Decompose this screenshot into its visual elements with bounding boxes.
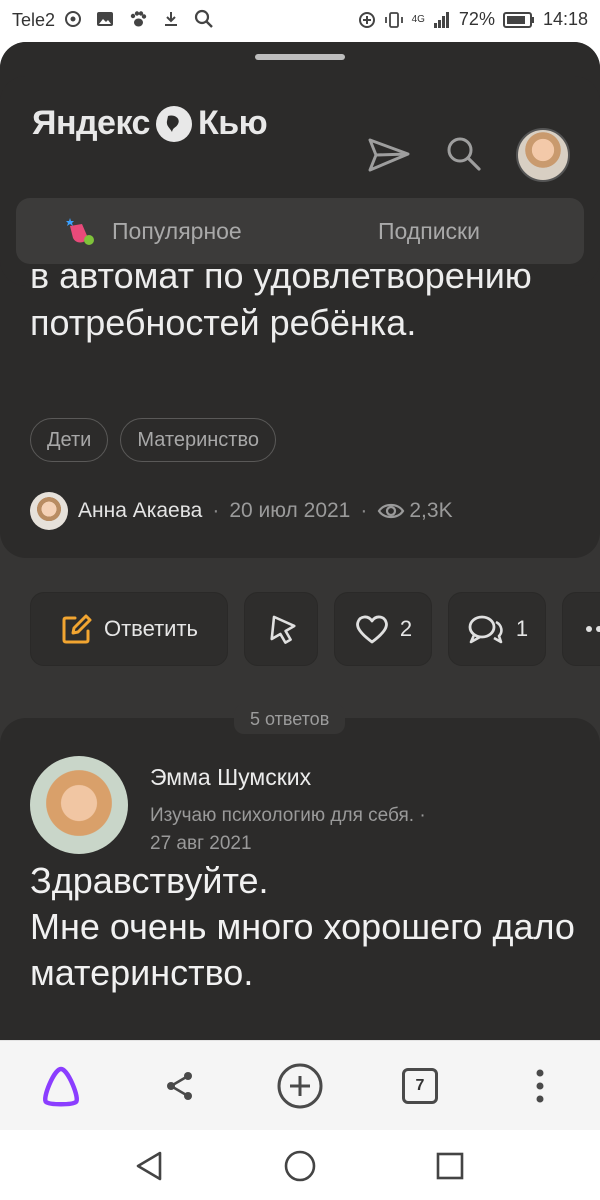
comments-count: 1 bbox=[515, 616, 529, 641]
author-bio-text: Изучаю психологию для себя. · bbox=[150, 805, 426, 826]
network-type: 4G bbox=[411, 13, 425, 25]
popular-icon bbox=[64, 214, 98, 248]
comments-button[interactable]: 1 bbox=[448, 592, 546, 666]
reply-label: Ответить bbox=[103, 616, 199, 641]
tag-chip[interactable]: Материнство bbox=[120, 418, 276, 462]
answer-line: Мне очень много хорошего дало материнств… bbox=[30, 906, 575, 993]
battery-percent: 72% bbox=[458, 9, 495, 29]
author-avatar[interactable] bbox=[30, 492, 68, 530]
likes-count: 2 bbox=[399, 616, 413, 641]
answer-author-bio: Изучаю психологию для себя. · 27 авг 202… bbox=[150, 802, 550, 858]
views-count: 2,3K bbox=[377, 499, 453, 523]
question-meta: Анна Акаева · 20 июл 2021 · 2,3K bbox=[30, 492, 453, 530]
alice-assistant-icon[interactable] bbox=[36, 1061, 86, 1111]
logo-text-left: Яндекс bbox=[32, 104, 150, 142]
user-avatar[interactable] bbox=[516, 128, 570, 182]
answer-line: Здравствуйте. bbox=[30, 860, 269, 901]
tab-label: Подписки bbox=[378, 217, 480, 244]
repost-icon bbox=[264, 611, 298, 647]
status-bar: Tele2 4G 72% 14:18 bbox=[0, 0, 600, 42]
answer-card: Эмма Шумских Изучаю психологию для себя.… bbox=[0, 718, 600, 1040]
logo-mark-icon bbox=[155, 105, 192, 142]
paw-icon bbox=[128, 10, 148, 28]
logo-text-right: Кью bbox=[197, 104, 268, 142]
answer-date: 27 авг 2021 bbox=[150, 833, 252, 854]
comments-icon bbox=[466, 612, 506, 646]
like-button[interactable]: 2 bbox=[334, 592, 432, 666]
android-nav-bar bbox=[0, 1130, 600, 1200]
data-saver-icon bbox=[358, 11, 376, 29]
more-actions-button[interactable] bbox=[562, 592, 600, 666]
signal-icon bbox=[433, 11, 451, 29]
tabs-counter-button[interactable]: 7 bbox=[395, 1061, 445, 1111]
send-icon[interactable] bbox=[366, 134, 412, 176]
answer-author-avatar[interactable] bbox=[30, 756, 128, 854]
new-tab-icon[interactable] bbox=[275, 1061, 325, 1111]
more-dots-icon bbox=[584, 624, 600, 634]
answer-author-name[interactable]: Эмма Шумских bbox=[150, 764, 311, 791]
search-icon[interactable] bbox=[444, 134, 484, 174]
tab-label: Популярное bbox=[112, 217, 242, 244]
carrier-name: Tele2 bbox=[12, 10, 56, 30]
views-value: 2,3K bbox=[409, 499, 453, 522]
browser-menu-icon[interactable] bbox=[515, 1061, 565, 1111]
image-icon bbox=[96, 10, 114, 28]
tag-chip[interactable]: Дети bbox=[30, 418, 109, 462]
answer-text[interactable]: Здравствуйте. Мне очень много хорошего д… bbox=[30, 858, 586, 996]
tabs-count: 7 bbox=[402, 1068, 438, 1104]
battery-icon bbox=[502, 11, 535, 29]
question-text: в автомат по удовлетворению потребностей… bbox=[30, 255, 532, 343]
heart-icon bbox=[354, 613, 390, 645]
home-icon[interactable] bbox=[282, 1148, 318, 1184]
eye-icon bbox=[377, 501, 405, 521]
share-icon[interactable] bbox=[155, 1061, 205, 1111]
search-icon bbox=[194, 9, 214, 29]
content-sheet: Яндекс Кью Популярное Подписки в автомат… bbox=[0, 42, 600, 1040]
separator-dot: · bbox=[360, 499, 368, 522]
recents-icon[interactable] bbox=[432, 1148, 468, 1184]
drag-handle[interactable] bbox=[255, 54, 345, 60]
author-name[interactable]: Анна Акаева bbox=[78, 499, 202, 523]
action-bar: Ответить 2 1 bbox=[30, 592, 600, 666]
reply-button[interactable]: Ответить bbox=[30, 592, 228, 666]
radio-icon bbox=[64, 10, 82, 28]
browser-toolbar: 7 bbox=[0, 1040, 600, 1130]
tag-list: Дети Материнство bbox=[30, 418, 276, 462]
vibrate-icon bbox=[384, 11, 404, 29]
clock: 14:18 bbox=[542, 9, 588, 29]
back-icon[interactable] bbox=[132, 1148, 168, 1184]
question-date: 20 июл 2021 bbox=[229, 499, 351, 522]
notification-icons bbox=[64, 9, 214, 29]
answers-count-label: 5 ответов bbox=[234, 704, 346, 734]
edit-icon bbox=[60, 612, 94, 646]
yandex-q-logo[interactable]: Яндекс Кью bbox=[32, 104, 268, 143]
download-icon bbox=[162, 10, 180, 28]
system-icons: 4G 72% 14:18 bbox=[358, 9, 588, 30]
repost-button[interactable] bbox=[244, 592, 318, 666]
separator-dot: · bbox=[212, 499, 220, 522]
